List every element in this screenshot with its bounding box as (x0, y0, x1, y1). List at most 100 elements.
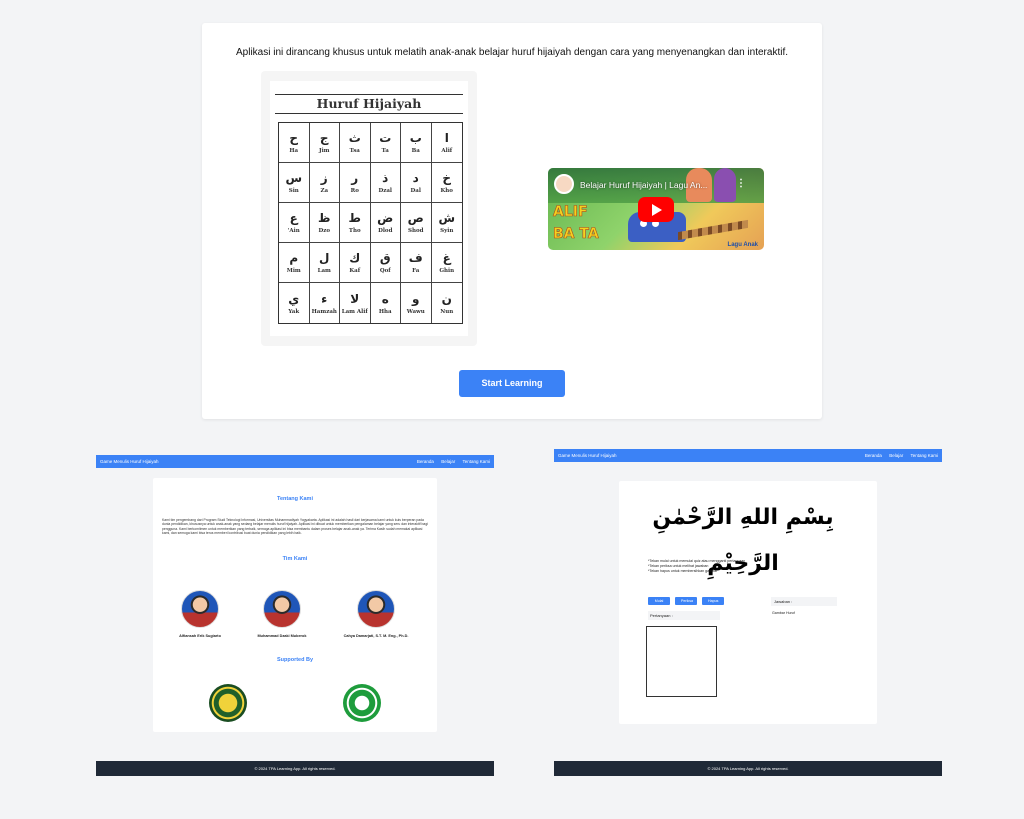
arabic-letter: ش (438, 211, 456, 225)
arabic-letter: خ (442, 171, 452, 185)
letter-name: Sin (288, 188, 299, 194)
letter-cell: ر Ro (340, 163, 371, 203)
video-overlay-text: BA TA (553, 226, 599, 243)
about-text: Kami tim pengembang dari Program Studi T… (162, 518, 428, 535)
arabic-letter: ض (377, 211, 394, 225)
instructions: *Tekan mulai untuk memulai quiz atau men… (648, 559, 745, 574)
letter-cell: ذ Dzal (370, 163, 401, 203)
arabic-letter: ت (379, 131, 392, 145)
member-name: Cahya Damarjati, S.T. M. Eng., Ph.D. (343, 634, 409, 638)
arabic-letter: ا (444, 131, 449, 145)
letter-name: Ta (381, 148, 389, 154)
letter-cell: ب Ba (401, 123, 432, 163)
letter-cell: ع 'Ain (279, 203, 310, 243)
arabic-letter: ح (289, 131, 299, 145)
nav-link-tentang[interactable]: Tentang Kami (462, 459, 490, 464)
letter-cell: ء Hamzah (310, 283, 340, 323)
nav-links: Beranda Belajar Tentang Kami (411, 459, 490, 464)
member-name: Alfiansah Erik Sugiarto (179, 634, 221, 638)
more-options-icon[interactable]: ⋮ (736, 178, 746, 189)
nav-link-belajar[interactable]: Belajar (441, 459, 455, 464)
arabic-letter: ط (348, 211, 361, 225)
letter-cell: و Wawu (401, 283, 432, 323)
arabic-letter: ء (321, 291, 328, 306)
letter-cell: خ Kho (431, 163, 462, 203)
channel-avatar[interactable] (554, 174, 574, 194)
nav-brand[interactable]: Game Menulis Huruf Hijaiyah (100, 459, 159, 464)
quiz-controls: Mulai Periksa Hapus (648, 597, 724, 605)
app-description: Aplikasi ini dirancang khusus untuk mela… (235, 47, 788, 58)
letter-name: Ha (289, 148, 299, 154)
letter-cell: ض Dlod (370, 203, 401, 243)
letter-name: Jim (318, 148, 330, 154)
letter-name: Dzo (318, 228, 331, 234)
footer: © 2024 TPA Learning App. All rights rese… (96, 761, 494, 776)
about-title: Tentang Kami (277, 496, 313, 502)
video-character (714, 168, 736, 202)
about-card: Tentang Kami Kami tim pengembang dari Pr… (153, 478, 437, 732)
letter-name: Dlod (378, 228, 393, 234)
avatar (263, 590, 301, 628)
navbar: Game Menulis Huruf Hijaiyah Beranda Bela… (554, 449, 942, 462)
letter-name: Hamzah (311, 308, 337, 315)
letter-cell: ف Fa (401, 243, 432, 283)
video-title[interactable]: Belajar Huruf Hijaiyah | Lagu An... (580, 180, 707, 190)
nav-brand[interactable]: Game Menulis Huruf Hijaiyah (558, 453, 617, 458)
letter-cell: ك Kaf (340, 243, 371, 283)
periksa-button[interactable]: Periksa (675, 597, 697, 605)
arabic-letter: م (289, 251, 299, 265)
letter-name: Kho (440, 188, 453, 194)
main-card: Aplikasi ini dirancang khusus untuk mela… (202, 23, 822, 419)
play-icon[interactable] (638, 197, 674, 222)
mulai-button[interactable]: Mulai (648, 597, 670, 605)
letter-cell: ه Hha (371, 283, 401, 323)
arabic-letter: لا (350, 291, 360, 306)
quiz-card: بِسْمِ اللهِ الرَّحْمٰنِ الرَّحِيْمِ *Te… (619, 481, 877, 724)
arabic-letter: س (285, 171, 303, 185)
arabic-letter: ظ (318, 211, 331, 225)
arabic-letter: ي (288, 291, 300, 306)
letter-cell: ي Yak (279, 283, 310, 323)
letter-cell: ز Za (309, 163, 340, 203)
letter-cell: ق Qof (370, 243, 401, 283)
arabic-letter: ك (349, 251, 361, 265)
letter-name: Dzal (378, 188, 393, 194)
letter-cell: ص Shod (401, 203, 432, 243)
letter-name: Ghin (439, 268, 455, 274)
youtube-video-embed[interactable]: Belajar Huruf Hijaiyah | Lagu An... ⋮ AL… (548, 168, 764, 250)
hijaiyah-chart-paper: Huruf Hijaiyah ح Ha ج Jim ث Tsa ت Ta ب Ba ا Alif س Si… (270, 81, 468, 336)
arabic-letter: ع (289, 211, 298, 225)
nav-link-tentang[interactable]: Tentang Kami (910, 453, 938, 458)
arabic-letter: ن (441, 291, 452, 306)
letter-cell: س Sin (279, 163, 310, 203)
team-member: Alfiansah Erik Sugiarto (155, 590, 245, 638)
letter-cell: ن Nun (432, 283, 463, 323)
bismillah-calligraphy: بِسْمِ اللهِ الرَّحْمٰنِ الرَّحِيْمِ (652, 505, 834, 576)
arabic-letter: غ (442, 251, 451, 265)
start-learning-button[interactable]: Start Learning (459, 370, 565, 397)
arabic-letter: ب (409, 131, 422, 145)
letter-name: Dal (410, 188, 421, 194)
drawing-canvas[interactable] (646, 626, 717, 697)
letter-name: Lam Alif (341, 308, 368, 315)
arabic-letter: د (412, 171, 419, 185)
footer: © 2024 TPA Learning App. All rights rese… (554, 761, 942, 776)
navbar: Game Menulis Huruf Hijaiyah Beranda Bela… (96, 455, 494, 468)
video-overlay-text: ALIF (553, 204, 588, 221)
arabic-letter: ل (319, 251, 330, 265)
nav-link-beranda[interactable]: Beranda (865, 453, 882, 458)
nav-links: Beranda Belajar Tentang Kami (859, 453, 938, 458)
nav-link-belajar[interactable]: Belajar (889, 453, 903, 458)
letter-cell: ت Ta (370, 123, 401, 163)
letter-name: Alif (441, 148, 453, 154)
letter-grid: ح Ha ج Jim ث Tsa ت Ta ب Ba ا Alif س Sin ز Za ر Ro ذ Dzal د Da… (278, 122, 463, 324)
hapus-button[interactable]: Hapus (702, 597, 724, 605)
letter-cell: ث Tsa (340, 123, 371, 163)
arabic-letter: ر (351, 171, 359, 185)
letter-name: Yak (288, 308, 300, 315)
arabic-letter: و (412, 291, 420, 306)
letter-name: Ba (411, 148, 420, 154)
letter-cell: غ Ghin (431, 243, 462, 283)
team-member: Cahya Damarjati, S.T. M. Eng., Ph.D. (331, 590, 421, 638)
nav-link-beranda[interactable]: Beranda (417, 459, 434, 464)
